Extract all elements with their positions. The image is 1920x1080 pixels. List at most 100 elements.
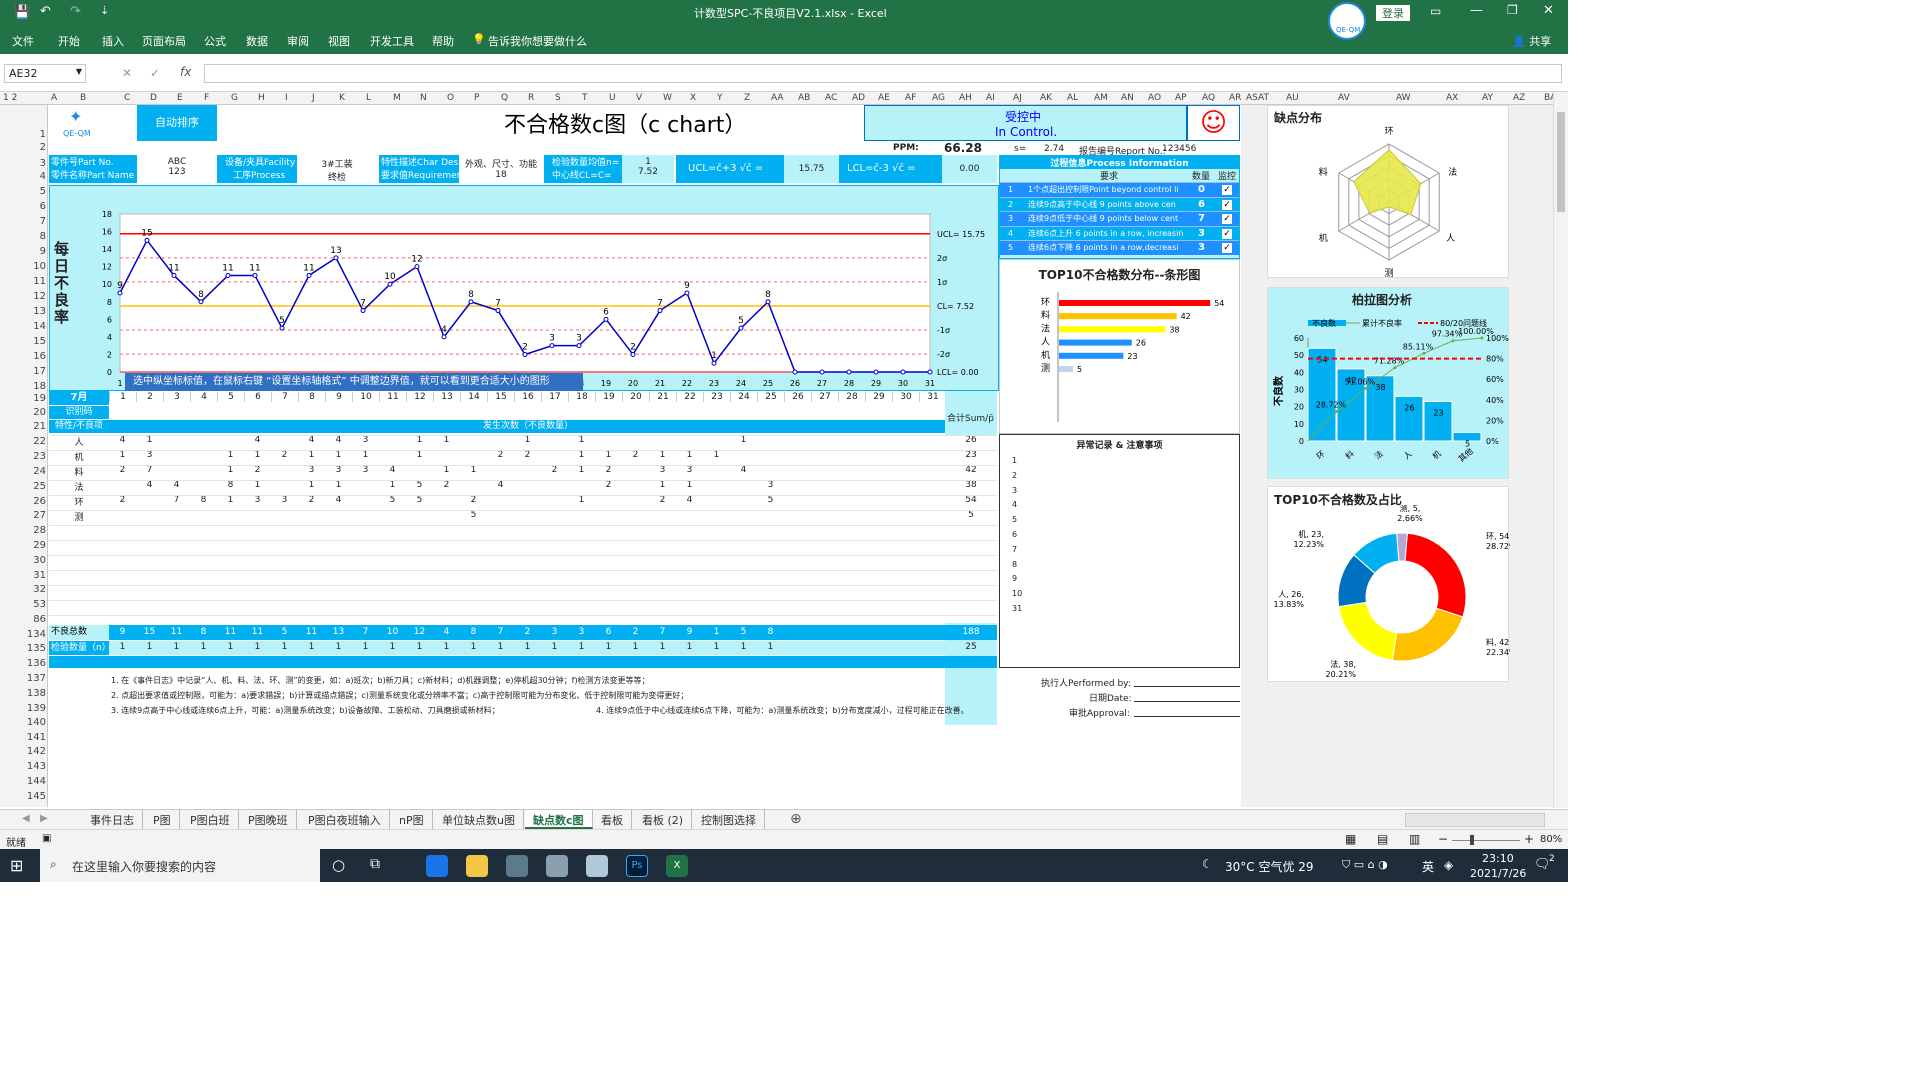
clock-date[interactable]: 2021/7/26 [1470, 867, 1526, 880]
tab-developer[interactable]: 开发工具 [370, 33, 414, 49]
table-cell[interactable]: 1 [136, 435, 163, 445]
table-cell[interactable]: 1 [568, 465, 595, 475]
column-header[interactable]: R [528, 93, 534, 103]
pareto-panel[interactable]: 柏拉图分析 不良数 累计不良率 80/20问题线 0 10 20 30 40 50 60 0% 20%… [1267, 287, 1509, 479]
table-cell[interactable]: 1 [217, 465, 244, 475]
radar-panel[interactable]: 缺点分布 环法人测机料 [1267, 105, 1509, 279]
table-cell[interactable]: 2 [271, 450, 298, 460]
column-header[interactable]: D [150, 93, 157, 103]
column-header[interactable]: AQ [1202, 93, 1215, 103]
table-cell[interactable]: 1 [298, 480, 325, 490]
table-cell[interactable]: 2 [433, 480, 460, 490]
page-layout-icon[interactable]: ▤ [1377, 832, 1388, 846]
column-header[interactable]: AZ [1513, 93, 1525, 103]
row-header[interactable]: 13 [14, 306, 46, 317]
column-header[interactable]: C [124, 93, 130, 103]
tab-help[interactable]: 帮助 [432, 33, 454, 49]
table-cell[interactable]: 2 [298, 495, 325, 505]
column-header[interactable]: T [582, 93, 588, 103]
table-cell[interactable]: 3 [757, 480, 784, 490]
table-cell[interactable]: 1 [109, 450, 136, 460]
sheet-tab[interactable]: nP图 [391, 810, 433, 829]
app-icon-4[interactable] [546, 855, 568, 877]
column-header[interactable]: B [80, 93, 86, 103]
table-cell[interactable]: 3 [676, 465, 703, 475]
column-header[interactable]: Y [717, 93, 723, 103]
function-icon[interactable]: fx [180, 65, 191, 79]
table-cell[interactable]: 1 [379, 480, 406, 490]
row-header[interactable]: 140 [14, 717, 46, 728]
table-cell[interactable]: 3 [271, 495, 298, 505]
row-header[interactable]: 136 [14, 658, 46, 669]
table-cell[interactable]: 3 [136, 450, 163, 460]
column-header[interactable]: AT [1258, 93, 1269, 103]
redo-icon[interactable]: ↷ [70, 4, 81, 19]
column-header[interactable]: AG [932, 93, 945, 103]
monitor-checkbox[interactable]: ✓ [1222, 228, 1232, 239]
column-header[interactable]: Q [501, 93, 508, 103]
row-header[interactable]: 145 [14, 791, 46, 802]
row-header[interactable]: 4 [14, 171, 46, 182]
table-cell[interactable]: 8 [190, 495, 217, 505]
monitor-checkbox[interactable]: ✓ [1222, 185, 1232, 195]
column-header[interactable]: AS [1246, 93, 1258, 103]
column-header[interactable]: M [393, 93, 401, 103]
tray-icons[interactable]: ⛉ ▭ ⌂ ◑ [1342, 858, 1388, 872]
table-cell[interactable]: 1 [730, 435, 757, 445]
row-header[interactable]: 17 [14, 366, 46, 377]
undo-icon[interactable]: ↶ [40, 4, 51, 19]
name-box[interactable]: AE32 ▼ [4, 64, 86, 83]
table-cell[interactable]: 2 [622, 450, 649, 460]
table-cell[interactable]: 2 [460, 495, 487, 505]
table-cell[interactable]: 4 [730, 465, 757, 475]
table-cell[interactable]: 2 [109, 465, 136, 475]
table-cell[interactable]: 3 [298, 465, 325, 475]
table-cell[interactable]: 1 [568, 495, 595, 505]
weather-text[interactable]: 30°C 空气优 29 [1225, 858, 1314, 875]
row-header[interactable]: 20 [14, 407, 46, 418]
row-header[interactable]: 1 [14, 129, 46, 140]
column-header[interactable]: S [555, 93, 561, 103]
table-cell[interactable]: 1 [568, 435, 595, 445]
tell-me-search[interactable]: 告诉我你想要做什么 [488, 33, 587, 49]
column-header[interactable]: H [258, 93, 265, 103]
table-cell[interactable]: 1 [460, 465, 487, 475]
table-cell[interactable]: 5 [757, 495, 784, 505]
column-header[interactable]: K [339, 93, 345, 103]
column-header[interactable]: AA [771, 93, 784, 103]
column-header[interactable]: V [636, 93, 642, 103]
table-cell[interactable]: 3 [352, 465, 379, 475]
app-icon-3[interactable] [506, 855, 528, 877]
table-cell[interactable]: 5 [460, 510, 487, 520]
column-header[interactable]: Z [744, 93, 750, 103]
customize-qat-icon[interactable]: ⇣ [100, 4, 109, 17]
row-header[interactable]: 27 [14, 510, 46, 521]
table-cell[interactable]: 4 [109, 435, 136, 445]
table-cell[interactable]: 2 [514, 450, 541, 460]
table-cell[interactable]: 1 [325, 450, 352, 460]
zoom-level[interactable]: 80% [1540, 834, 1562, 845]
row-header[interactable]: 9 [14, 246, 46, 257]
column-header[interactable]: AV [1338, 93, 1350, 103]
zoom-thumb[interactable] [1470, 835, 1474, 845]
column-header[interactable]: L [366, 93, 371, 103]
table-cell[interactable]: 3 [244, 495, 271, 505]
share-button[interactable]: 👤 共享 [1512, 33, 1551, 49]
column-header[interactable]: A [51, 93, 57, 103]
column-header[interactable]: AE [878, 93, 890, 103]
column-header[interactable]: AF [905, 93, 916, 103]
table-cell[interactable]: 4 [325, 495, 352, 505]
tab-formulas[interactable]: 公式 [204, 33, 226, 49]
column-header[interactable]: AL [1067, 93, 1078, 103]
tab-home[interactable]: 开始 [58, 33, 80, 49]
column-header[interactable]: AY [1482, 93, 1493, 103]
column-header[interactable]: AB [798, 93, 810, 103]
auto-sort-button[interactable]: 自动排序 [137, 105, 217, 141]
table-cell[interactable]: 1 [649, 480, 676, 490]
table-cell[interactable]: 3 [649, 465, 676, 475]
table-cell[interactable]: 7 [163, 495, 190, 505]
sheet-tab[interactable]: 事件日志 [82, 810, 143, 829]
row-header[interactable]: 5 [14, 186, 46, 197]
row-header[interactable]: 24 [14, 466, 46, 477]
formula-input[interactable] [204, 64, 1562, 83]
